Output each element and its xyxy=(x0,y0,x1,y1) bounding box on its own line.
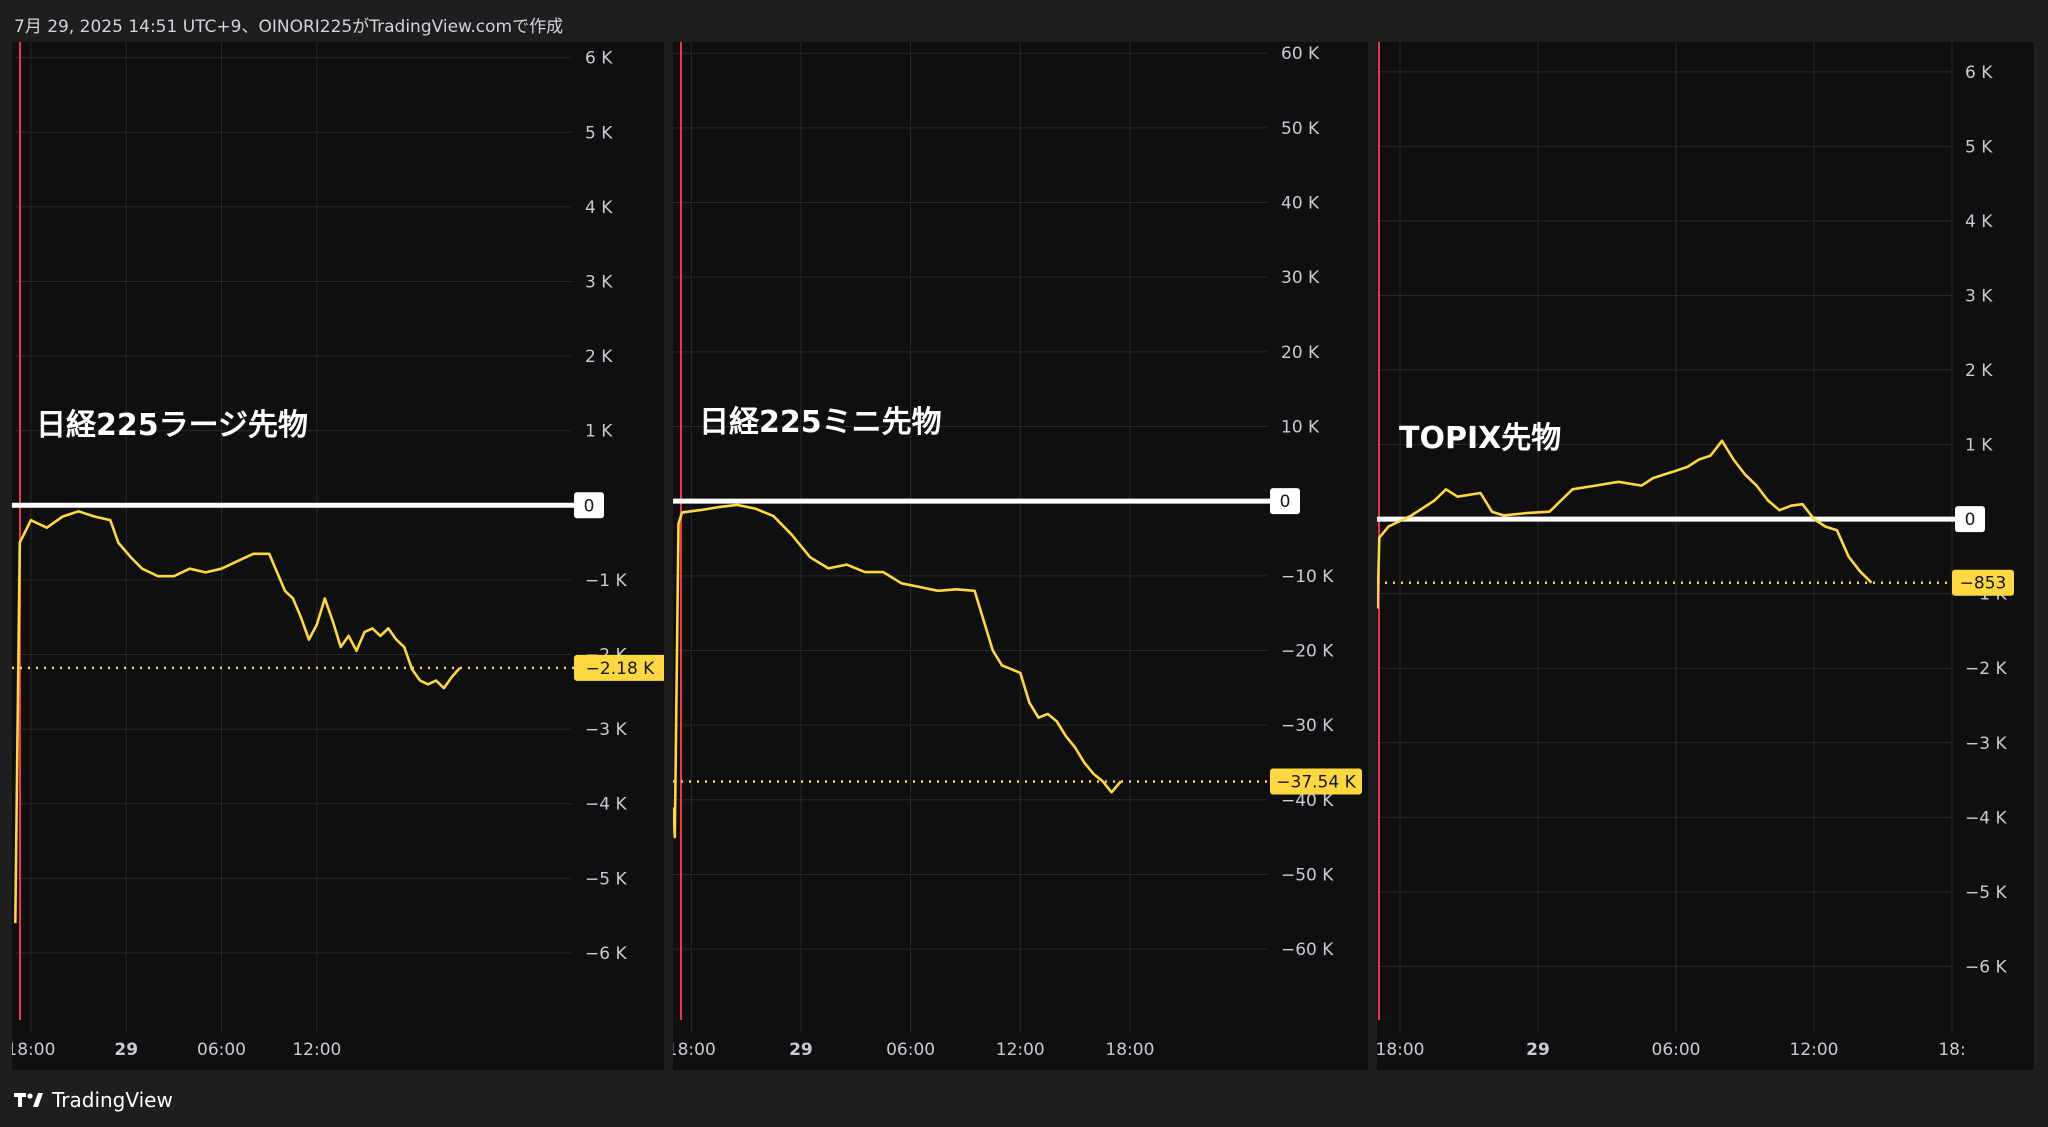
chart-svg-topix: 6 K5 K4 K3 K2 K1 K−1 K−2 K−3 K−4 K−5 K−6… xyxy=(1377,42,2014,1060)
y-tick-label: −5 K xyxy=(1965,883,2007,903)
y-tick-label: 5 K xyxy=(1965,137,1993,157)
y-tick-label: 10 K xyxy=(1281,418,1320,438)
y-tick-label: 4 K xyxy=(585,198,613,218)
x-tick-label: 12:00 xyxy=(292,1040,341,1060)
y-tick-label: 60 K xyxy=(1281,44,1320,64)
zero-value-label: 0 xyxy=(1965,510,1976,530)
y-tick-label: 6 K xyxy=(1965,63,1993,83)
series-line[interactable] xyxy=(1377,439,1873,609)
y-tick-label: −50 K xyxy=(1281,865,1334,885)
y-tick-label: −2 K xyxy=(1965,659,2007,679)
x-tick-label: 06:00 xyxy=(1652,1040,1701,1060)
chart-snapshot-header: 7月 29, 2025 14:51 UTC+9、OINORI225がTradin… xyxy=(14,17,564,37)
chart-panel-topix[interactable]: 6 K5 K4 K3 K2 K1 K−1 K−2 K−3 K−4 K−5 K−6… xyxy=(1377,42,2034,1070)
chart-title: 日経225ラージ先物 xyxy=(36,408,308,443)
chart-title: TOPIX先物 xyxy=(1399,421,1561,456)
y-tick-label: 40 K xyxy=(1281,194,1320,214)
y-tick-label: −4 K xyxy=(585,795,627,815)
last-value-label: −37.54 K xyxy=(1276,772,1356,792)
y-tick-label: −30 K xyxy=(1281,716,1334,736)
y-tick-label: 1 K xyxy=(585,422,613,442)
y-tick-label: −6 K xyxy=(1965,957,2007,977)
y-tick-label: −5 K xyxy=(585,869,627,889)
y-tick-label: 5 K xyxy=(585,123,613,143)
x-tick-label: 29 xyxy=(114,1040,138,1060)
x-tick-label: 18:00 xyxy=(1105,1040,1154,1060)
chart-svg-nikkei225-mini: 60 K 50 K 40 K 30 K 20 K 10 K −10 K −20 K −30 K −… xyxy=(673,42,1362,1060)
x-tick-label: 18:00 xyxy=(673,1040,716,1060)
y-tick-label: −6 K xyxy=(585,944,627,964)
x-tick-label: 18:00 xyxy=(12,1040,55,1060)
y-tick-label: 3 K xyxy=(585,272,613,292)
series-line[interactable] xyxy=(14,509,461,924)
x-tick-label: 12:00 xyxy=(1790,1040,1839,1060)
x-tick-label: 18:00 xyxy=(1377,1040,1425,1060)
y-tick-label: 6 K xyxy=(585,49,613,69)
series-line[interactable] xyxy=(673,503,1122,839)
y-tick-label: 20 K xyxy=(1281,343,1320,363)
y-tick-label: −1 K xyxy=(585,571,627,591)
chart-panel-nikkei225-mini[interactable]: 60 K 50 K 40 K 30 K 20 K 10 K −10 K −20 K −30 K −… xyxy=(673,42,1368,1070)
tradingview-footer[interactable]: TradingView xyxy=(14,1088,173,1112)
x-tick-label: 06:00 xyxy=(197,1040,246,1060)
chart-svg-nikkei225-large: 6 K5 K4 K3 K2 K1 K−1 K−2 K−3 K−4 K−5 K−6… xyxy=(12,42,664,1060)
last-value-label: −2.18 K xyxy=(586,659,655,679)
zero-value-label: 0 xyxy=(1280,492,1291,512)
tradingview-logo-icon xyxy=(14,1091,46,1109)
chart-title: 日経225ミニ先物 xyxy=(699,405,942,440)
y-tick-label: −3 K xyxy=(1965,734,2007,754)
y-tick-label: −20 K xyxy=(1281,641,1334,661)
y-tick-label: −4 K xyxy=(1965,808,2007,828)
y-tick-label: 3 K xyxy=(1965,286,1993,306)
y-tick-label: 2 K xyxy=(1965,361,1993,381)
y-tick-label: −60 K xyxy=(1281,940,1334,960)
y-tick-label: 1 K xyxy=(1965,436,1993,456)
y-tick-label: 4 K xyxy=(1965,212,1993,232)
x-tick-label: 12:00 xyxy=(996,1040,1045,1060)
x-tick-label: 06:00 xyxy=(886,1040,935,1060)
x-tick-label: 29 xyxy=(789,1040,813,1060)
y-tick-label: −3 K xyxy=(585,720,627,740)
x-tick-label: 29 xyxy=(1526,1040,1550,1060)
y-tick-label: 50 K xyxy=(1281,119,1320,139)
y-tick-label: −10 K xyxy=(1281,567,1334,587)
chart-panel-nikkei225-large[interactable]: 6 K5 K4 K3 K2 K1 K−1 K−2 K−3 K−4 K−5 K−6… xyxy=(12,42,664,1070)
zero-value-label: 0 xyxy=(584,496,595,516)
x-tick-label: 18: xyxy=(1938,1040,1965,1060)
tradingview-brand-text: TradingView xyxy=(52,1088,173,1112)
y-tick-label: 30 K xyxy=(1281,268,1320,288)
y-tick-label: 2 K xyxy=(585,347,613,367)
last-value-label: −853 xyxy=(1960,574,2007,594)
